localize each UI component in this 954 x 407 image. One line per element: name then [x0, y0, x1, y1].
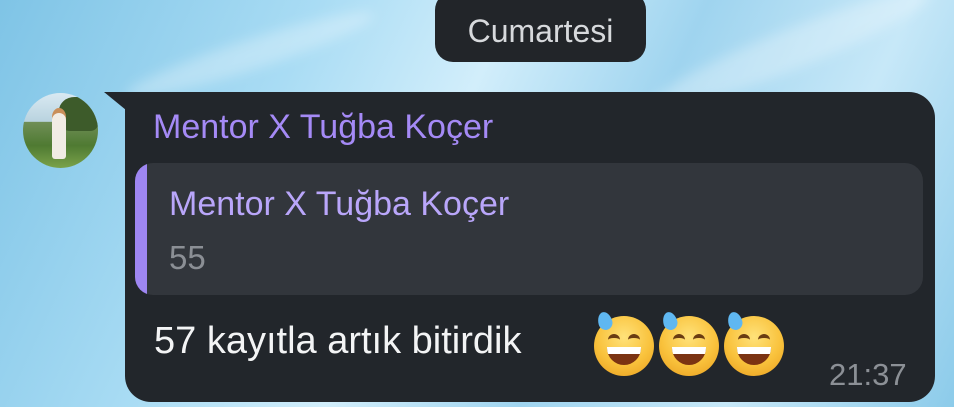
- grinning-face-with-sweat-emoji: [659, 310, 719, 376]
- sender-avatar[interactable]: [23, 93, 98, 168]
- message-text: 57 kayıtla artık bitirdik: [154, 320, 522, 362]
- grinning-face-with-sweat-emoji: [594, 310, 654, 376]
- reply-text: 55: [169, 239, 206, 276]
- emoji-group: [594, 310, 790, 378]
- message-timestamp: 21:37: [829, 357, 907, 392]
- bubble-tail: [104, 92, 126, 110]
- date-separator: Cumartesi: [435, 0, 646, 62]
- reply-sender-name: Mentor X Tuğba Koçer: [169, 185, 510, 223]
- reply-accent-bar: [135, 163, 147, 295]
- reply-quote[interactable]: Mentor X Tuğba Koçer 55: [135, 163, 923, 295]
- date-separator-label: Cumartesi: [467, 12, 614, 49]
- sender-name[interactable]: Mentor X Tuğba Koçer: [153, 108, 493, 147]
- grinning-face-with-sweat-emoji: [724, 310, 784, 376]
